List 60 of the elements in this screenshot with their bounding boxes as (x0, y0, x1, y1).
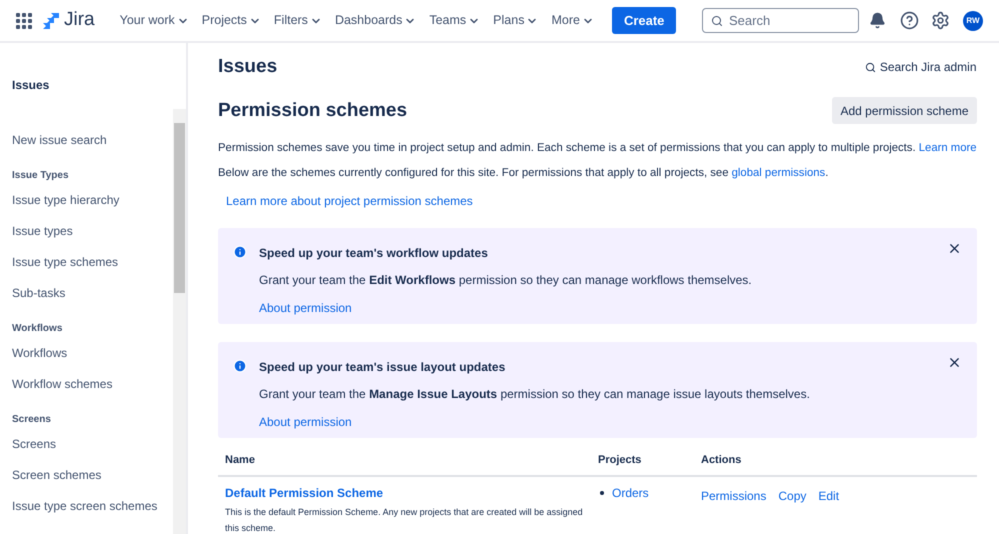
notification-bell-icon[interactable] (869, 12, 886, 29)
help-icon[interactable] (900, 11, 919, 30)
sidebar-item[interactable]: Issue type schemes (12, 252, 118, 270)
banner-title: Speed up your team's workflow updates (259, 245, 489, 262)
page-title: Permission schemes (218, 98, 408, 122)
user-avatar[interactable]: RW (963, 10, 983, 30)
learn-more-link[interactable]: Learn more (918, 142, 977, 154)
app-grid-icon[interactable] (16, 12, 32, 28)
action-link[interactable]: Permissions (701, 488, 766, 502)
sidebar-item[interactable]: Issue type screen schemes (12, 496, 158, 514)
global-permissions-link[interactable]: global permissions (732, 167, 826, 179)
scheme-description: This is the default Permission Scheme. Any new projects that are created will be assigned this scheme. (225, 506, 584, 534)
sidebar-item[interactable]: Screen schemes (12, 466, 102, 484)
sidebar-group-heading: Issue Types (12, 169, 70, 183)
settings-icon[interactable] (931, 11, 950, 30)
section-heading: Issues (218, 55, 278, 79)
search-icon (864, 62, 876, 73)
banner-text: Grant your team the Edit Workflows permission so they can manage workflows themselves. (259, 272, 752, 289)
nav-menu[interactable]: Filters (268, 11, 327, 30)
admin-search-link[interactable]: Search Jira admin (864, 58, 977, 76)
info-icon (233, 245, 247, 259)
create-button[interactable]: Create (612, 7, 676, 34)
add-permission-scheme-button[interactable]: Add permission scheme (832, 97, 977, 124)
scrollbar[interactable] (173, 109, 186, 534)
search-icon (711, 15, 723, 27)
nav-menu[interactable]: Dashboards (330, 11, 422, 30)
search-field[interactable]: Search (702, 8, 859, 33)
sidebar-group-heading: Screens (12, 413, 52, 427)
intro-text: Permission schemes save you time in project setup and admin. Each scheme is a set of permissions that you can apply to multiple projects. Learn more (218, 141, 977, 156)
sidebar-item[interactable]: Workflow schemes (12, 374, 112, 392)
nav-menu[interactable]: Your work (114, 11, 194, 30)
sidebar-title: Issues (12, 77, 50, 94)
info-icon (233, 359, 247, 373)
nav-menu[interactable]: More (546, 11, 599, 30)
nav-menu[interactable]: Projects (196, 11, 266, 30)
permission-schemes-link[interactable]: Learn more about project permission schemes (226, 192, 977, 210)
sidebar-item[interactable]: Issue types (12, 222, 73, 240)
column-header: Actions (701, 446, 977, 476)
banner-title: Speed up your team's issue layout updates (259, 359, 506, 376)
logo-icon[interactable] (42, 12, 60, 30)
action-link[interactable]: Edit (818, 488, 840, 502)
project-link[interactable]: Orders (612, 484, 649, 502)
banner-text: Grant your team the Manage Issue Layouts permission so they can manage issue layouts themselves. (259, 386, 810, 403)
nav-menu[interactable]: Teams (424, 11, 486, 30)
sidebar-item[interactable]: Screens (12, 434, 56, 452)
sidebar-item[interactable]: Sub-tasks (12, 284, 66, 302)
column-header: Name (218, 446, 598, 476)
product-name[interactable]: Jira (64, 6, 95, 35)
sidebar-item[interactable]: Issue type hierarchy (12, 190, 120, 208)
column-header: Projects (598, 446, 701, 476)
about-permission-link[interactable]: About permission (259, 413, 810, 431)
about-permission-link[interactable]: About permission (259, 299, 752, 317)
sidebar-group-heading: Workflows (12, 322, 64, 336)
sidebar-item[interactable]: Workflows (12, 344, 68, 362)
intro-text: Below are the schemes currently configured for this site. For permissions that apply to all projects, see global permissions. (218, 166, 830, 181)
scheme-name-link[interactable]: Default Permission Scheme (225, 484, 588, 502)
bullet-icon (600, 490, 604, 494)
sidebar-item[interactable]: New issue search (12, 130, 107, 148)
action-link[interactable]: Copy (778, 488, 806, 502)
nav-menu[interactable]: Plans (488, 11, 544, 30)
